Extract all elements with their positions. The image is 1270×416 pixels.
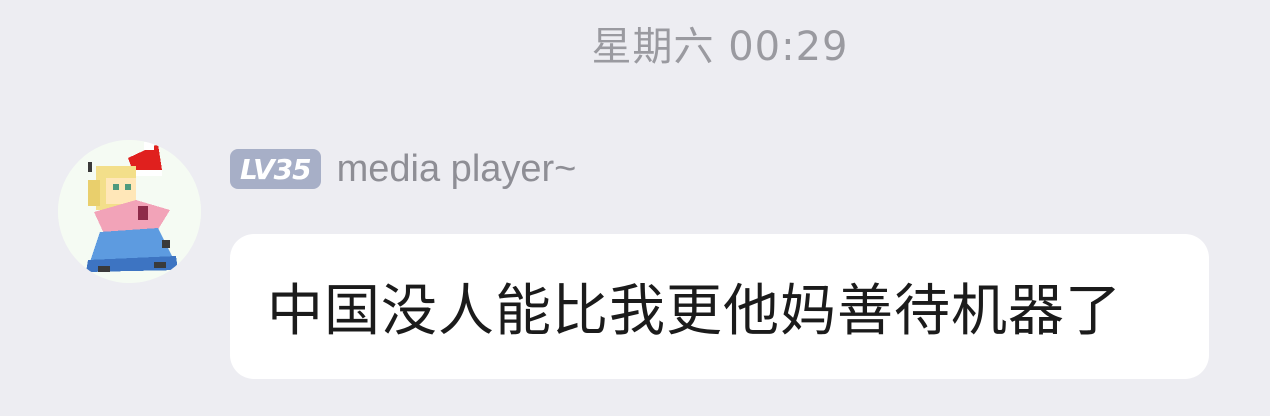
pixel-character-icon [58, 140, 201, 283]
sender-avatar[interactable] [58, 140, 201, 283]
sender-name[interactable]: media player~ [337, 148, 577, 191]
level-badge: LV35 [230, 149, 321, 189]
message-text: 中国没人能比我更他妈善待机器了 [267, 279, 1122, 344]
sender-info: LV35 media player~ [230, 145, 576, 193]
chat-message: LV35 media player~ 中国没人能比我更他妈善待机器了 [0, 0, 1270, 416]
message-bubble[interactable]: 中国没人能比我更他妈善待机器了 [230, 234, 1209, 379]
